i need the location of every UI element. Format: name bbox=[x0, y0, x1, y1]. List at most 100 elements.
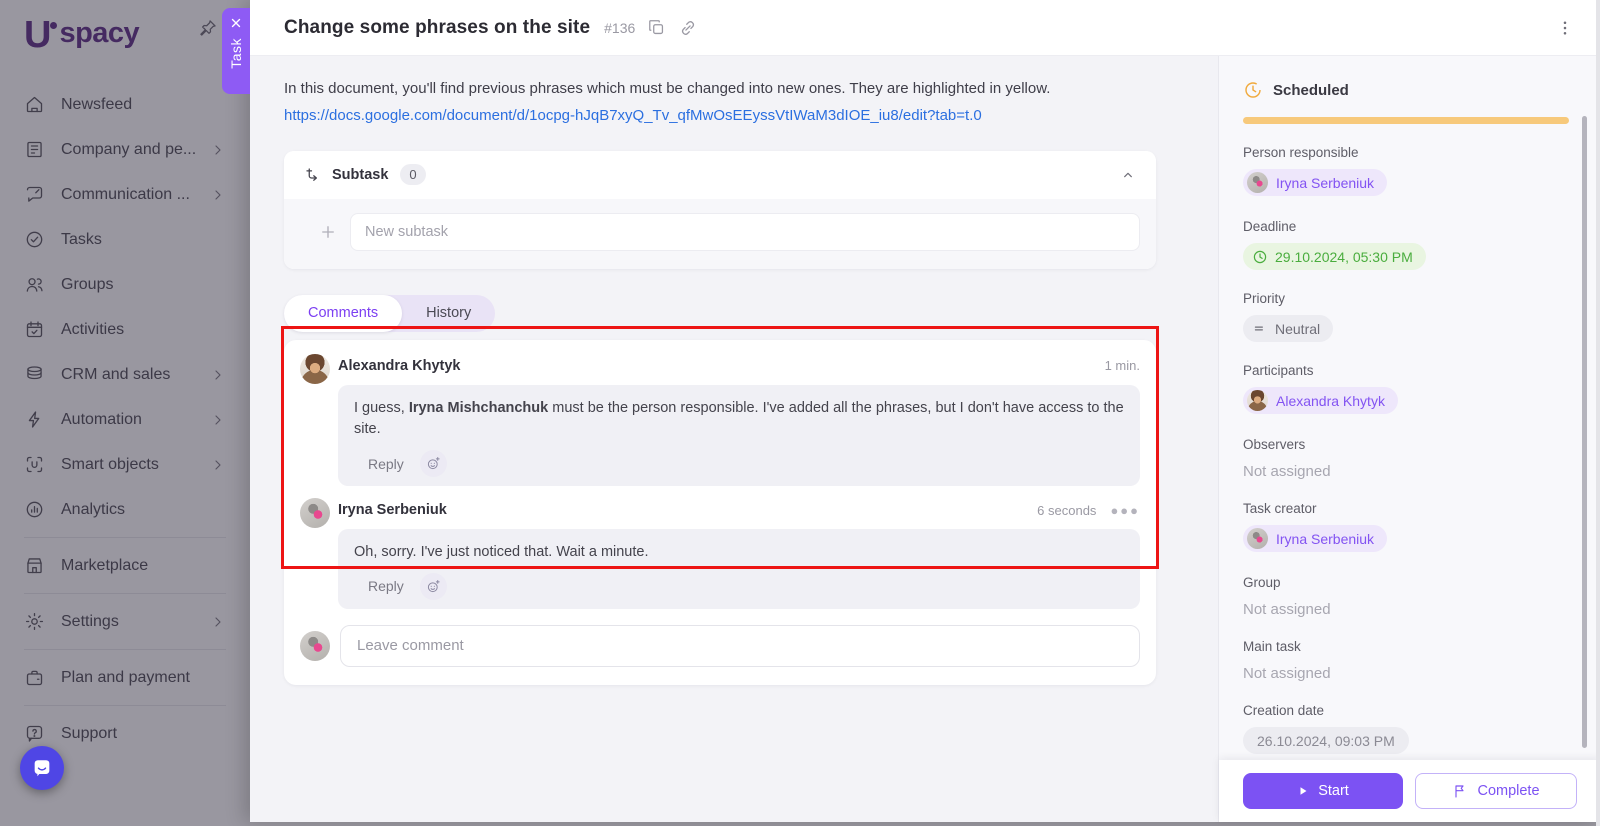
emoji-plus-icon bbox=[427, 579, 440, 592]
deadline-chip[interactable]: 29.10.2024, 05:30 PM bbox=[1243, 243, 1426, 270]
field-task-creator: Task creator Iryna Serbeniuk bbox=[1243, 501, 1568, 554]
comment-body: Iryna Serbeniuk 6 seconds ●●● Oh, sorry.… bbox=[338, 498, 1140, 609]
collapse-chevron-icon[interactable] bbox=[1120, 167, 1136, 183]
comment-text: I guess, Iryna Mishchanchuk must be the … bbox=[354, 398, 1124, 442]
add-reaction-button[interactable] bbox=[419, 450, 447, 477]
task-drawer-tab[interactable]: Task bbox=[222, 8, 250, 94]
field-label: Person responsible bbox=[1243, 145, 1359, 160]
copy-icon[interactable] bbox=[647, 18, 666, 37]
task-body: In this document, you'll find previous p… bbox=[250, 56, 1600, 822]
task-creator-value: Iryna Serbeniuk bbox=[1276, 530, 1375, 547]
comment-text: Oh, sorry. I've just noticed that. Wait … bbox=[354, 544, 649, 560]
priority-chip[interactable]: Neutral bbox=[1243, 315, 1334, 342]
reply-button[interactable]: Reply bbox=[368, 456, 404, 472]
flag-icon bbox=[1455, 785, 1465, 798]
leave-comment-input[interactable] bbox=[340, 624, 1140, 667]
status-row: Scheduled bbox=[1243, 80, 1568, 100]
avatar bbox=[300, 630, 330, 661]
field-creation-date: Creation date 26.10.2024, 09:03 PM bbox=[1243, 703, 1568, 754]
comment-more-icon[interactable]: ●●● bbox=[1110, 503, 1140, 518]
field-label: Participants bbox=[1243, 363, 1314, 378]
field-participants: Participants Alexandra Khytyk bbox=[1243, 363, 1568, 416]
comment-header: Iryna Serbeniuk 6 seconds ●●● bbox=[338, 498, 1140, 522]
deadline-clock-icon bbox=[1253, 250, 1267, 263]
field-main-task: Main task Not assigned bbox=[1243, 639, 1568, 682]
start-button-label: Start bbox=[1318, 783, 1349, 799]
priority-value: Neutral bbox=[1275, 320, 1321, 337]
field-label: Deadline bbox=[1243, 219, 1297, 234]
person-responsible-chip[interactable]: Iryna Serbeniuk bbox=[1243, 169, 1388, 196]
complete-button-label: Complete bbox=[1477, 783, 1540, 799]
field-person-responsible: Person responsible Iryna Serbeniuk bbox=[1243, 145, 1568, 198]
comments-section: Alexandra Khytyk 1 min. I guess, Iryna M… bbox=[284, 339, 1156, 685]
subtask-body bbox=[284, 198, 1156, 269]
deadline-value: 29.10.2024, 05:30 PM bbox=[1275, 248, 1413, 265]
task-drawer: Task Change some phrases on the site #13… bbox=[222, 0, 1600, 822]
field-deadline: Deadline 29.10.2024, 05:30 PM bbox=[1243, 219, 1568, 270]
subtask-count-badge: 0 bbox=[400, 164, 426, 185]
more-menu-icon[interactable] bbox=[1556, 19, 1574, 37]
plus-icon bbox=[322, 225, 334, 238]
comment-text-prefix: I guess, bbox=[354, 399, 409, 416]
user-mention[interactable]: Iryna Mishchanchuk bbox=[409, 400, 548, 416]
comment-actions: Reply bbox=[354, 450, 1124, 477]
add-subtask-button[interactable] bbox=[316, 220, 340, 244]
field-label: Observers bbox=[1243, 437, 1306, 452]
group-value[interactable]: Not assigned bbox=[1243, 601, 1568, 618]
field-observers: Observers Not assigned bbox=[1243, 437, 1568, 480]
status-progress-bar bbox=[1243, 117, 1569, 124]
task-creator-chip[interactable]: Iryna Serbeniuk bbox=[1243, 525, 1388, 552]
comment-header: Alexandra Khytyk 1 min. bbox=[338, 354, 1140, 378]
comment-timestamp: 6 seconds bbox=[1037, 502, 1097, 518]
task-number: #136 bbox=[604, 19, 636, 36]
add-reaction-button[interactable] bbox=[419, 572, 447, 600]
avatar[interactable] bbox=[300, 498, 330, 528]
tab-comments[interactable]: Comments bbox=[284, 294, 403, 332]
chat-bubble-icon bbox=[34, 760, 50, 777]
start-button[interactable]: Start bbox=[1243, 773, 1403, 809]
document-link[interactable]: https://docs.google.com/document/d/1ocpg… bbox=[284, 102, 982, 129]
participant-value: Alexandra Khytyk bbox=[1276, 392, 1385, 409]
task-details-panel: Scheduled Person responsible Iryna Serbe… bbox=[1218, 56, 1600, 822]
leave-comment-row bbox=[300, 624, 1140, 667]
person-responsible-value: Iryna Serbeniuk bbox=[1276, 174, 1375, 191]
comment-bubble: I guess, Iryna Mishchanchuk must be the … bbox=[338, 384, 1140, 486]
status-label: Scheduled bbox=[1273, 81, 1349, 99]
subtask-header[interactable]: Subtask 0 bbox=[284, 150, 1156, 199]
priority-neutral-icon bbox=[1254, 326, 1263, 331]
new-subtask-input[interactable] bbox=[350, 212, 1140, 251]
subtask-section: Subtask 0 bbox=[284, 150, 1156, 269]
comment-timestamp: 1 min. bbox=[1104, 358, 1140, 373]
complete-button[interactable]: Complete bbox=[1415, 773, 1577, 809]
field-label: Priority bbox=[1243, 291, 1286, 306]
field-priority: Priority Neutral bbox=[1243, 291, 1568, 342]
emoji-plus-icon bbox=[427, 456, 440, 470]
tab-history[interactable]: History bbox=[402, 295, 495, 332]
chat-launcher-button[interactable] bbox=[20, 746, 64, 790]
comment-author[interactable]: Iryna Serbeniuk bbox=[338, 502, 447, 518]
link-icon[interactable] bbox=[678, 18, 698, 38]
task-tab-label: Task bbox=[228, 38, 244, 69]
reply-button[interactable]: Reply bbox=[368, 578, 404, 594]
comment-author[interactable]: Alexandra Khytyk bbox=[338, 358, 461, 374]
task-title: Change some phrases on the site bbox=[284, 16, 591, 38]
field-label: Group bbox=[1243, 575, 1281, 590]
task-description: In this document, you'll find previous p… bbox=[284, 80, 1051, 97]
field-label: Task creator bbox=[1243, 501, 1317, 516]
avatar bbox=[1247, 528, 1268, 549]
participant-chip[interactable]: Alexandra Khytyk bbox=[1243, 387, 1398, 414]
creation-date-value: 26.10.2024, 09:03 PM bbox=[1257, 732, 1395, 749]
scheduled-clock-icon bbox=[1245, 82, 1261, 98]
main-task-value[interactable]: Not assigned bbox=[1243, 665, 1568, 682]
panel-scrollbar[interactable] bbox=[1582, 116, 1587, 748]
subtask-icon bbox=[306, 167, 318, 181]
close-icon[interactable] bbox=[229, 16, 243, 30]
window-scrollbar[interactable] bbox=[1596, 0, 1600, 826]
comment-body: Alexandra Khytyk 1 min. I guess, Iryna M… bbox=[338, 354, 1140, 486]
observers-value[interactable]: Not assigned bbox=[1243, 463, 1568, 480]
activity-tabs: Comments History bbox=[284, 294, 496, 332]
subtask-title: Subtask bbox=[332, 166, 389, 183]
avatar[interactable] bbox=[300, 353, 330, 384]
task-header: Change some phrases on the site #136 bbox=[250, 0, 1600, 56]
field-label: Creation date bbox=[1243, 703, 1325, 718]
